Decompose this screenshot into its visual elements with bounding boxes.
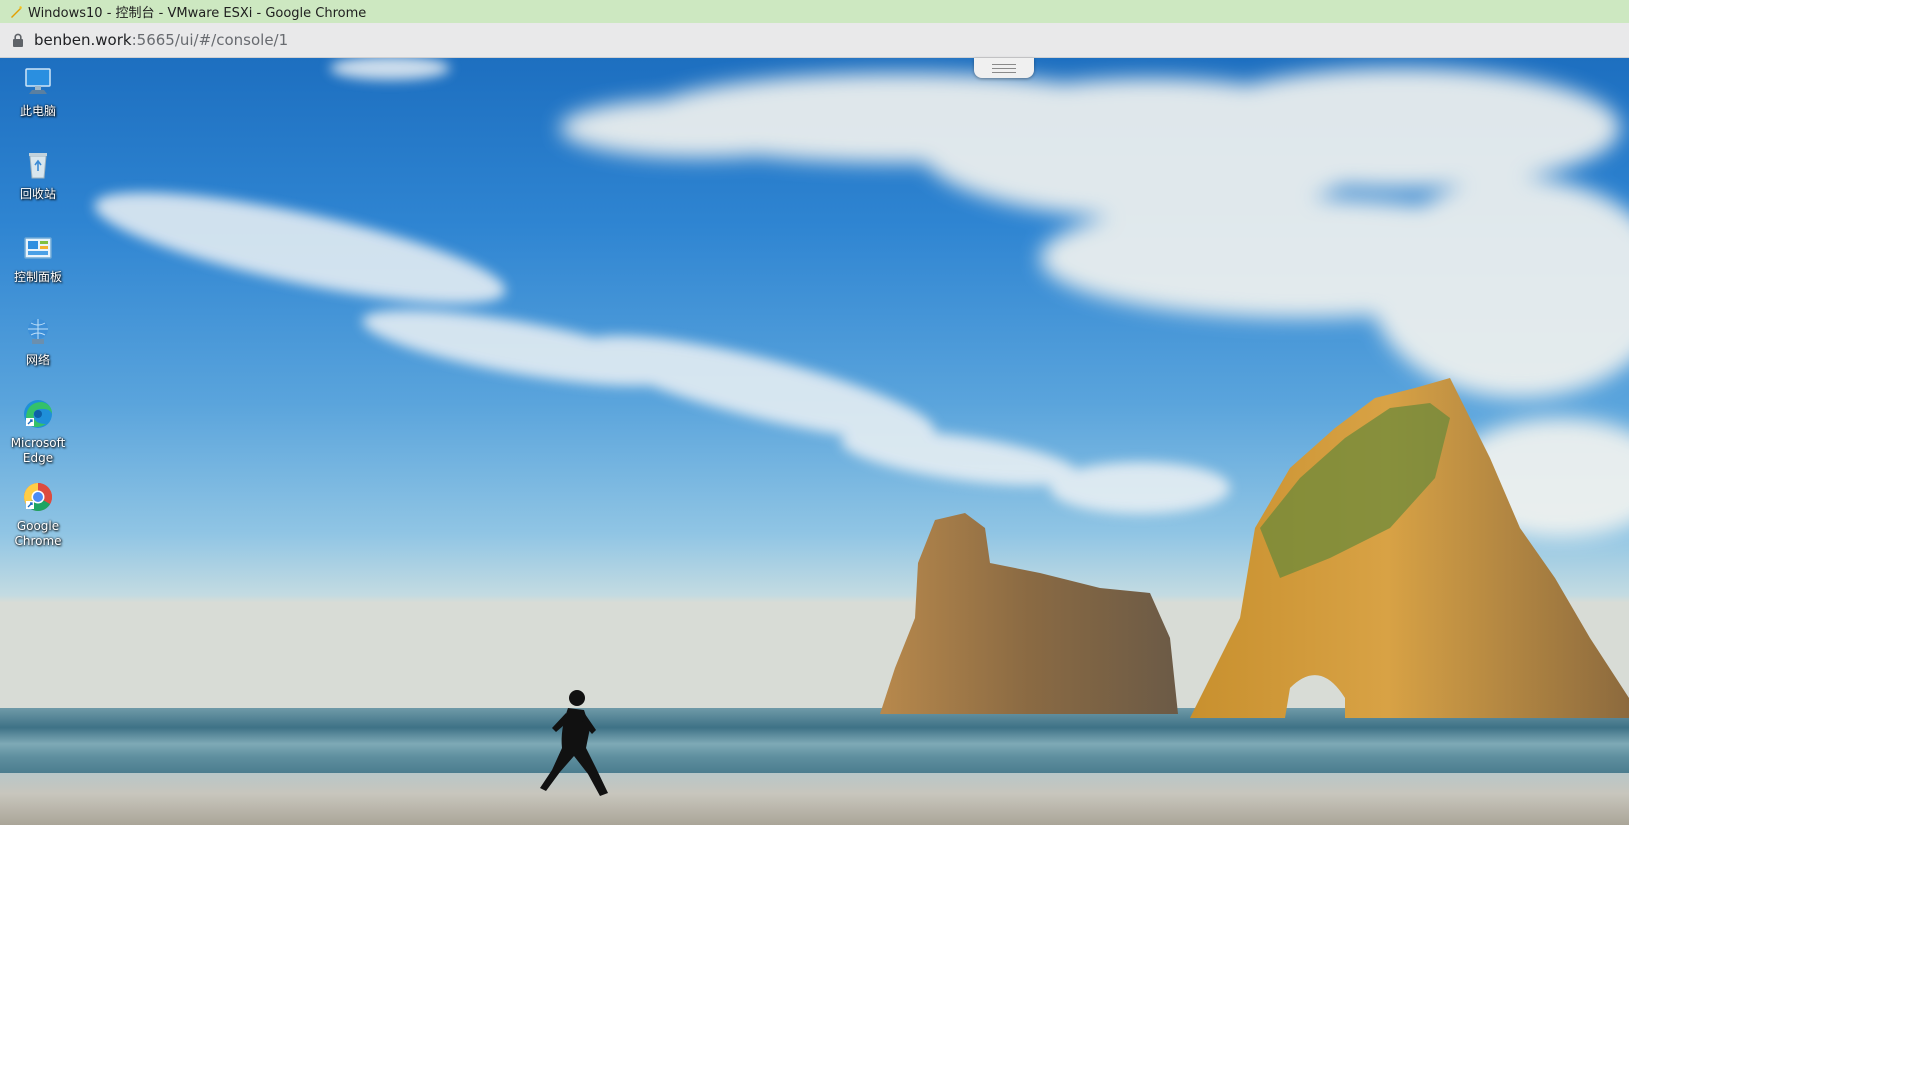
control-panel-icon [24,237,52,259]
desktop-icon-label: 控制面板 [13,270,62,284]
handle-line [992,63,1016,65]
window-title-bar[interactable]: Windows10 - 控制台 - VMware ESXi - Google C… [0,0,1629,23]
vmware-favicon-icon [11,5,22,18]
vm-console-canvas[interactable]: 此电脑 回收站 控制面板 网络 Microsoft Edge Google Ch… [0,58,1629,825]
this-pc-icon [25,68,51,94]
console-toolbar-handle[interactable] [974,58,1034,78]
wallpaper-rocks [540,378,1629,796]
desktop-icon-microsoft-edge[interactable]: Microsoft Edge [4,396,72,466]
lock-icon[interactable] [12,33,24,47]
desktop-icon-label: 回收站 [19,187,56,201]
desktop-icon-recycle-bin[interactable]: 回收站 [4,147,72,202]
runner-silhouette [540,690,608,796]
url-host[interactable]: benben.work [34,31,132,49]
recycle-bin-icon [29,153,47,179]
handle-line [992,71,1016,73]
window-title: Windows10 - 控制台 - VMware ESXi - Google C… [28,6,367,21]
desktop-icon-label: Google Chrome [14,519,62,548]
desktop-icon-this-pc[interactable]: 此电脑 [4,64,72,119]
chrome-icon [24,483,52,511]
desktop-icon-google-chrome[interactable]: Google Chrome [4,479,72,549]
desktop-icon-control-panel[interactable]: 控制面板 [4,230,72,285]
desktop-icon-label: Microsoft Edge [10,436,66,465]
desktop-icon-network[interactable]: 网络 [4,313,72,368]
chrome-popup-window: Windows10 - 控制台 - VMware ESXi - Google C… [0,0,1629,825]
url-path[interactable]: :5665/ui/#/console/1 [132,31,289,49]
network-icon [28,319,48,344]
address-bar[interactable]: benben.work :5665/ui/#/console/1 [0,23,1629,58]
handle-line [992,67,1016,69]
edge-icon [24,400,52,428]
desktop-icon-label: 此电脑 [19,104,56,118]
desktop-icon-label: 网络 [25,353,50,367]
